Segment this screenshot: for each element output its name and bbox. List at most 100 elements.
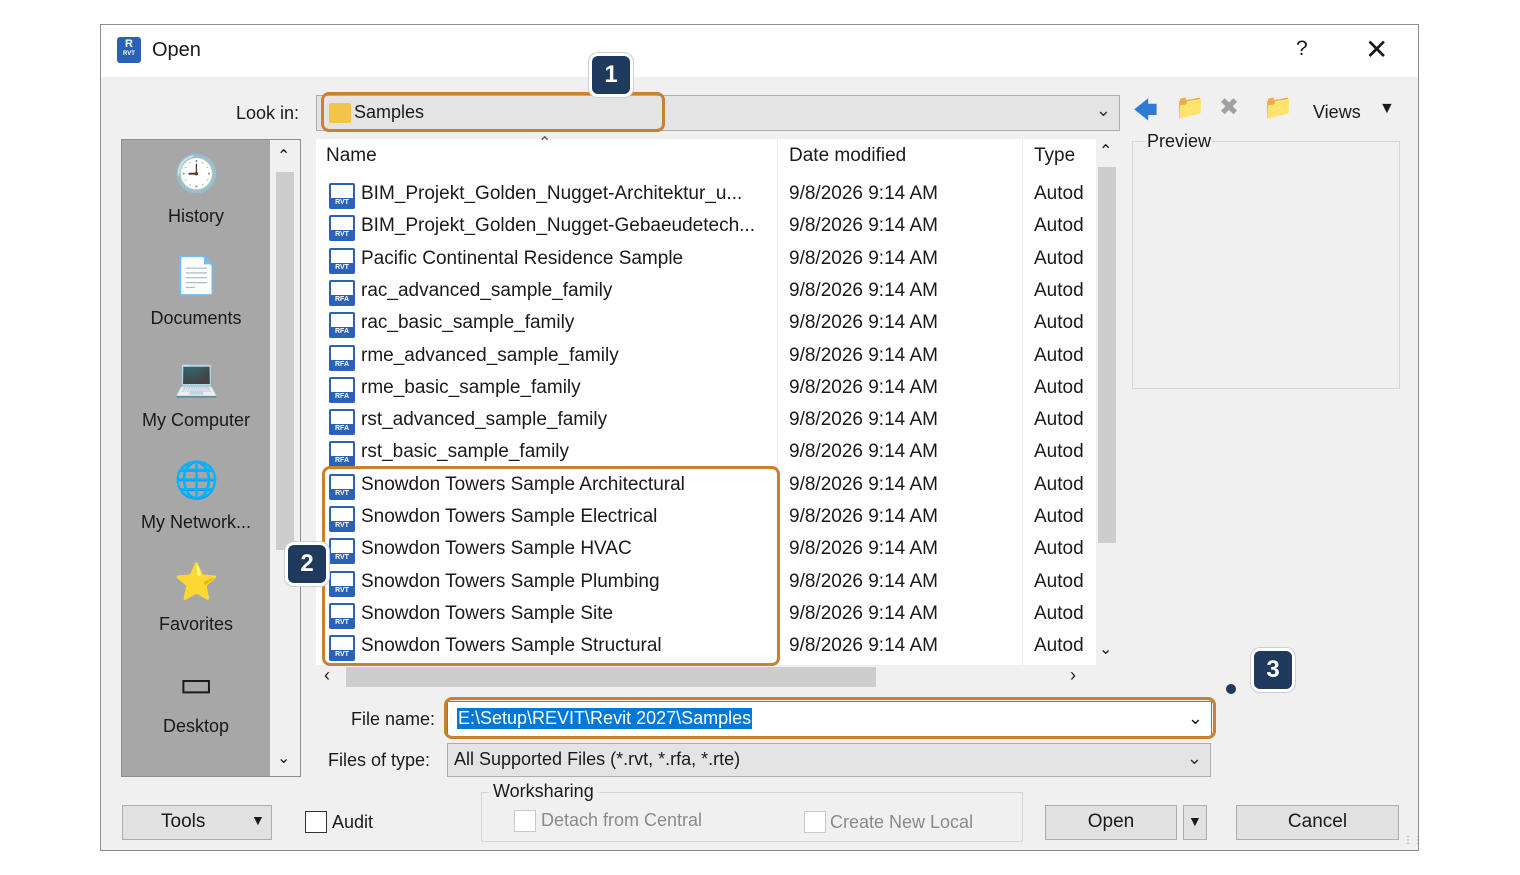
file-row[interactable]: RFA rac_advanced_sample_family 9/8/2026 9:…: [316, 276, 1118, 308]
rvt-file-icon: RVT: [329, 247, 355, 274]
file-type-cell: Autod: [1034, 570, 1084, 592]
create-new-local-checkbox[interactable]: [804, 811, 826, 833]
favorites-icon: ⭐: [174, 561, 219, 602]
app-icon-sub: RVT: [123, 51, 135, 57]
file-list-vertical-scrollbar[interactable]: ⌃ ⌄: [1096, 139, 1118, 687]
file-row[interactable]: RVT BIM_Projekt_Golden_Nugget-Gebaeudetec…: [316, 211, 1118, 243]
scroll-thumb[interactable]: [1098, 167, 1116, 543]
files-of-type-dropdown[interactable]: All Supported Files (*.rvt, *.rfa, *.rte…: [447, 743, 1211, 777]
file-type-cell: Autod: [1034, 602, 1084, 624]
audit-label[interactable]: Audit: [332, 812, 373, 833]
scroll-left-icon[interactable]: ‹: [324, 665, 330, 686]
file-type-cell: Autod: [1034, 409, 1084, 431]
network-icon: 🌐: [174, 459, 219, 500]
file-row[interactable]: RFA rst_advanced_sample_family 9/8/2026 9:…: [316, 405, 1118, 437]
chevron-down-icon: ⌄: [1095, 100, 1111, 120]
highlight-file-name: [444, 697, 1216, 739]
file-date-cell: 9/8/2026 9:14 AM: [789, 376, 938, 398]
file-ext-badge: RVT: [331, 198, 353, 207]
file-ext-badge: RVT: [331, 262, 353, 272]
sort-ascending-icon: ⌃: [538, 135, 552, 152]
file-date-cell: 9/8/2026 9:14 AM: [789, 570, 938, 592]
file-type-cell: Autod: [1034, 538, 1084, 560]
place-label: Favorites: [158, 614, 234, 634]
window-title: Open: [152, 39, 201, 61]
file-row[interactable]: RFA rme_advanced_sample_family 9/8/2026 9:…: [316, 341, 1118, 373]
desktop-icon: ▭: [178, 663, 213, 704]
scroll-right-icon[interactable]: ›: [1070, 665, 1076, 686]
place-documents[interactable]: 📄 Documents: [122, 252, 270, 329]
file-name-cell: BIM_Projekt_Golden_Nugget-Gebaeudetech..…: [361, 215, 755, 237]
file-type-cell: Autod: [1034, 635, 1084, 657]
file-date-cell: 9/8/2026 9:14 AM: [789, 312, 938, 334]
file-name-cell: rac_basic_sample_family: [361, 312, 575, 334]
scroll-down-icon[interactable]: ⌄: [277, 748, 290, 768]
place-label: My Network...: [140, 512, 251, 532]
views-dropdown-arrow-icon[interactable]: ▼: [1379, 100, 1395, 118]
file-ext-badge: RFA: [331, 359, 353, 369]
file-ext-badge: RFA: [331, 327, 353, 337]
column-header-type[interactable]: Type: [1034, 145, 1075, 167]
rfa-file-icon: RFA: [329, 279, 355, 306]
documents-icon: 📄: [174, 255, 219, 296]
scroll-down-icon[interactable]: ⌄: [1099, 639, 1112, 659]
close-button[interactable]: ✕: [1365, 33, 1388, 66]
file-date-cell: 9/8/2026 9:14 AM: [789, 344, 938, 366]
views-menu[interactable]: Views: [1313, 102, 1361, 123]
scroll-up-icon[interactable]: ⌃: [277, 146, 290, 166]
scroll-thumb[interactable]: [276, 172, 294, 550]
place-history[interactable]: 🕘 History: [122, 150, 270, 227]
resize-grip-icon[interactable]: ⋮⋮: [1403, 835, 1423, 846]
dropdown-arrow-icon: ▼: [251, 812, 265, 828]
place-desktop[interactable]: ▭ Desktop: [122, 660, 270, 737]
file-name-label: File name:: [351, 709, 436, 729]
rfa-file-icon: RFA: [329, 312, 355, 339]
scroll-up-icon[interactable]: ⌃: [1099, 141, 1112, 161]
file-row[interactable]: RFA rac_basic_sample_family 9/8/2026 9:14 …: [316, 308, 1118, 340]
file-date-cell: 9/8/2026 9:14 AM: [789, 441, 938, 463]
detach-from-central-checkbox[interactable]: [514, 810, 536, 832]
places-scrollbar[interactable]: ⌃ ⌄: [270, 140, 300, 776]
file-date-cell: 9/8/2026 9:14 AM: [789, 602, 938, 624]
preview-panel: [1132, 141, 1400, 389]
tools-button[interactable]: Tools ▼: [122, 805, 272, 840]
help-button[interactable]: ?: [1296, 37, 1308, 61]
cancel-button[interactable]: Cancel: [1236, 805, 1399, 840]
file-ext-badge: RFA: [331, 424, 353, 434]
open-button[interactable]: Open: [1045, 805, 1177, 840]
file-ext-badge: RFA: [331, 391, 353, 401]
file-name-cell: rme_advanced_sample_family: [361, 344, 619, 366]
file-type-cell: Autod: [1034, 279, 1084, 301]
new-folder-icon[interactable]: 📁: [1263, 93, 1293, 122]
file-date-cell: 9/8/2026 9:14 AM: [789, 215, 938, 237]
place-favorites[interactable]: ⭐ Favorites: [122, 558, 270, 635]
computer-icon: 💻: [174, 357, 219, 398]
audit-checkbox[interactable]: [305, 811, 327, 833]
file-list-horizontal-scrollbar[interactable]: ‹ ›: [316, 665, 1096, 689]
file-row[interactable]: RVT BIM_Projekt_Golden_Nugget-Architektur…: [316, 179, 1118, 211]
column-header-date[interactable]: Date modified: [789, 145, 906, 167]
highlight-snowdon-files: [322, 466, 780, 666]
place-my-computer[interactable]: 💻 My Computer: [122, 354, 270, 431]
callout-1: 1: [592, 56, 630, 94]
file-name-cell: rst_basic_sample_family: [361, 441, 570, 463]
rfa-file-icon: RFA: [329, 409, 355, 436]
file-row[interactable]: RFA rst_basic_sample_family 9/8/2026 9:14 …: [316, 437, 1118, 469]
file-row[interactable]: RFA rme_basic_sample_family 9/8/2026 9:14 …: [316, 373, 1118, 405]
file-row[interactable]: RVT Pacific Continental Residence Sample 9…: [316, 244, 1118, 276]
file-date-cell: 9/8/2026 9:14 AM: [789, 635, 938, 657]
open-options-button[interactable]: ▼: [1183, 805, 1207, 840]
places-bar: 🕘 History 📄 Documents 💻 My Computer 🌐 My…: [121, 139, 301, 777]
back-arrow-icon[interactable]: 🡄: [1133, 93, 1158, 134]
callout-3: 3: [1254, 651, 1292, 689]
scroll-thumb[interactable]: [346, 667, 876, 687]
delete-icon[interactable]: ✖: [1219, 93, 1239, 122]
file-name-cell: Pacific Continental Residence Sample: [361, 247, 684, 269]
up-folder-icon[interactable]: 📁: [1175, 93, 1205, 122]
place-my-network[interactable]: 🌐 My Network...: [122, 456, 270, 533]
file-type-cell: Autod: [1034, 215, 1084, 237]
file-type-cell: Autod: [1034, 344, 1084, 366]
column-header-name[interactable]: Name: [326, 145, 377, 167]
file-type-cell: Autod: [1034, 376, 1084, 398]
file-type-cell: Autod: [1034, 441, 1084, 463]
